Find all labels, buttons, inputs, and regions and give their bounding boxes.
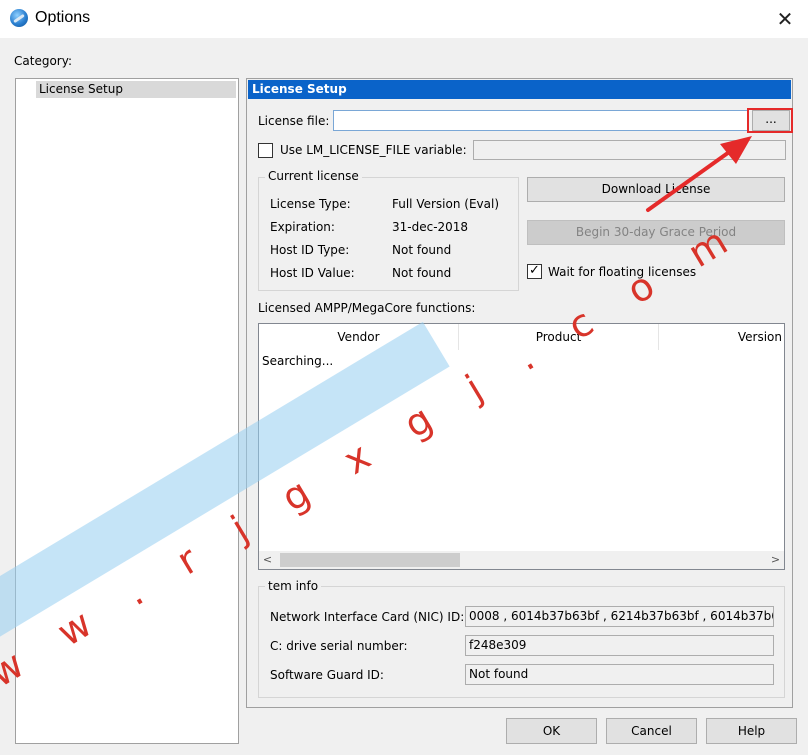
browse-button[interactable]: ... — [752, 110, 790, 131]
host-id-value-value: Not found — [392, 266, 452, 280]
category-item-license-setup[interactable]: License Setup — [36, 81, 236, 98]
horizontal-scrollbar[interactable]: < > — [259, 551, 784, 569]
scroll-right-icon[interactable]: > — [767, 551, 784, 569]
scroll-thumb[interactable] — [280, 553, 460, 567]
license-file-label: License file: — [258, 114, 330, 128]
lm-license-file-label: Use LM_LICENSE_FILE variable: — [280, 143, 467, 157]
nic-id-field[interactable]: 0008 , 6014b37b63bf , 6214b37b63bf , 601… — [465, 606, 774, 627]
drive-serial-label: C: drive serial number: — [270, 639, 408, 653]
window-title: Options — [35, 9, 91, 26]
software-guard-field[interactable]: Not found — [465, 664, 774, 685]
host-id-type-label: Host ID Type: — [270, 243, 350, 257]
lm-license-file-input — [473, 140, 786, 160]
current-license-title: Current license — [265, 169, 362, 183]
host-id-value-label: Host ID Value: — [270, 266, 355, 280]
cancel-button[interactable]: Cancel — [606, 718, 697, 744]
nic-id-label: Network Interface Card (NIC) ID: — [270, 610, 465, 624]
system-info-title: tem info — [265, 579, 322, 593]
software-guard-label: Software Guard ID: — [270, 668, 384, 682]
ok-button[interactable]: OK — [506, 718, 597, 744]
license-file-input[interactable] — [333, 110, 749, 131]
expiration-label: Expiration: — [270, 220, 335, 234]
expiration-value: 31-dec-2018 — [392, 220, 469, 234]
license-type-label: License Type: — [270, 197, 351, 211]
searching-status: Searching... — [262, 354, 334, 368]
help-button[interactable]: Help — [706, 718, 797, 744]
download-license-button[interactable]: Download License — [527, 177, 785, 202]
title-bar — [0, 0, 808, 38]
host-id-type-value: Not found — [392, 243, 452, 257]
column-header-version[interactable]: Version — [659, 324, 784, 350]
ampp-functions-label: Licensed AMPP/MegaCore functions: — [258, 301, 476, 315]
license-type-value: Full Version (Eval) — [392, 197, 500, 211]
lm-license-file-checkbox[interactable] — [258, 143, 273, 158]
panel-header: License Setup — [248, 80, 791, 99]
category-label: Category: — [14, 54, 72, 68]
wait-floating-checkbox[interactable]: ✓ — [527, 264, 542, 279]
drive-serial-field[interactable]: f248e309 — [465, 635, 774, 656]
scroll-left-icon[interactable]: < — [259, 551, 276, 569]
globe-app-icon — [10, 9, 28, 27]
close-button[interactable]: ✕ — [770, 5, 800, 33]
